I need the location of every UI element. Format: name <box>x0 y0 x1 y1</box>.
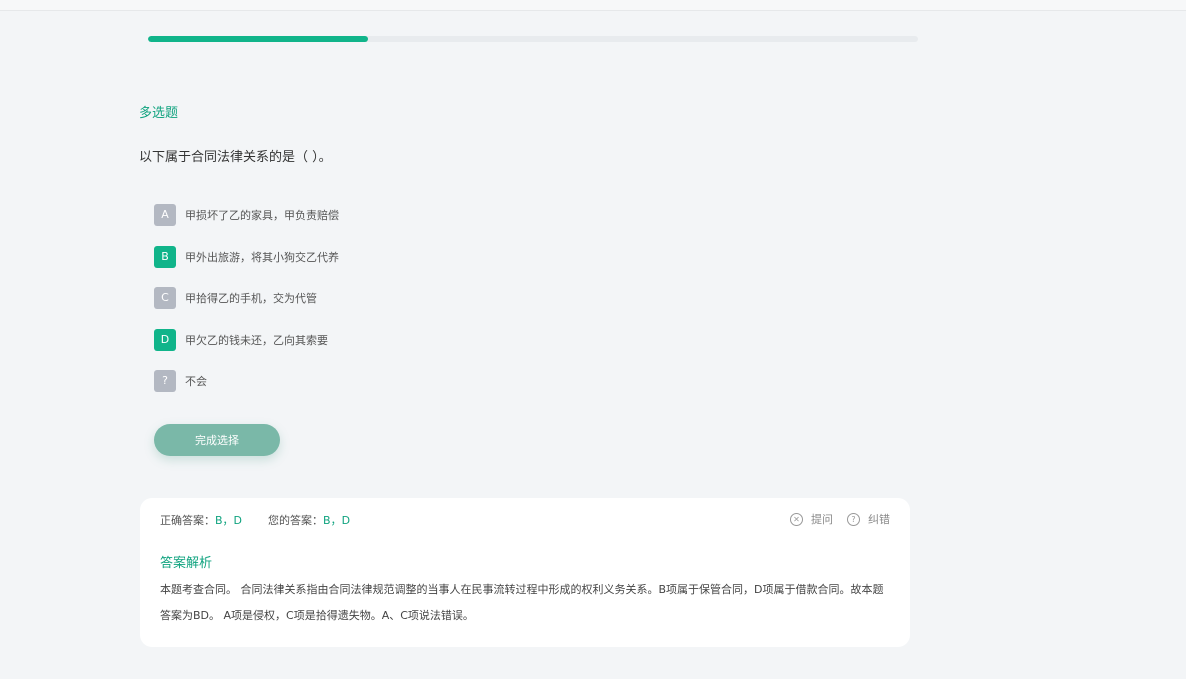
option-b-text: 甲外出旅游，将其小狗交乙代养 <box>185 251 339 264</box>
option-unknown-text: 不会 <box>185 375 207 388</box>
option-c[interactable]: C 甲拾得乙的手机，交为代管 <box>154 287 317 309</box>
option-c-badge: C <box>154 287 176 309</box>
analysis-text: 本题考查合同。 合同法律关系指由合同法律规范调整的当事人在民事流转过程中形成的权… <box>160 583 884 622</box>
top-bar <box>0 0 1186 11</box>
ask-button[interactable]: ✕ 提问 <box>790 511 833 527</box>
question-stem: 以下属于合同法律关系的是（ ）。 <box>139 150 332 165</box>
option-unknown-badge: ? <box>154 370 176 392</box>
ask-label: 提问 <box>811 513 833 526</box>
answer-card: 正确答案：B，D 您的答案：B，D ✕ 提问 ? 纠错 答案解析 本题考查合同。 … <box>140 498 910 647</box>
question-type-label: 多选题 <box>139 106 179 121</box>
analysis-title: 答案解析 <box>160 556 213 571</box>
option-d[interactable]: D 甲欠乙的钱未还，乙向其索要 <box>154 329 328 351</box>
option-b[interactable]: B 甲外出旅游，将其小狗交乙代养 <box>154 246 339 268</box>
your-answer-label: 您的答案： <box>268 514 324 527</box>
progress-bar <box>148 36 918 42</box>
report-error-button[interactable]: ? 纠错 <box>847 511 890 527</box>
submit-button[interactable]: 完成选择 <box>154 424 280 456</box>
option-a[interactable]: A 甲损坏了乙的家具，甲负责赔偿 <box>154 204 339 226</box>
option-a-badge: A <box>154 204 176 226</box>
progress-fill <box>148 36 368 42</box>
option-unknown[interactable]: ? 不会 <box>154 370 207 392</box>
option-b-badge: B <box>154 246 176 268</box>
correct-answer-value: B，D <box>215 514 243 527</box>
card-actions: ✕ 提问 ? 纠错 <box>790 511 890 527</box>
question-circle-icon: ? <box>847 512 860 526</box>
option-c-text: 甲拾得乙的手机，交为代管 <box>185 292 317 305</box>
option-d-text: 甲欠乙的钱未还，乙向其索要 <box>185 334 328 347</box>
your-answer-value: B，D <box>323 514 351 527</box>
option-a-text: 甲损坏了乙的家具，甲负责赔偿 <box>185 209 339 222</box>
answer-summary: 正确答案：B，D 您的答案：B，D <box>160 512 350 528</box>
report-label: 纠错 <box>868 513 890 526</box>
option-d-badge: D <box>154 329 176 351</box>
x-circle-icon: ✕ <box>790 512 803 526</box>
correct-answer-label: 正确答案： <box>160 514 215 527</box>
